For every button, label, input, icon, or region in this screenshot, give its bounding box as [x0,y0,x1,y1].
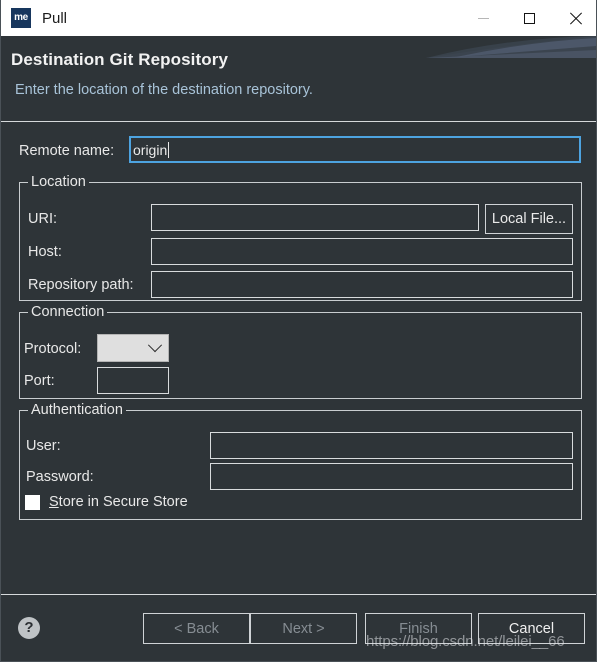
title-bar-left: me Pull [1,8,460,28]
close-icon [569,12,582,25]
remote-name-input[interactable]: origin [129,136,581,163]
uri-label: URI: [28,211,57,227]
close-button[interactable] [552,0,596,36]
remote-name-label: Remote name: [19,143,115,159]
page-title: Destination Git Repository [11,50,229,69]
cancel-button[interactable]: Cancel [478,613,585,644]
protocol-combobox[interactable] [97,334,169,362]
app-icon: me [11,8,31,28]
next-button[interactable]: Next > [250,613,357,644]
wizard-banner: Destination Git Repository Enter the loc… [1,36,596,121]
user-input[interactable] [210,432,573,459]
connection-group-label: Connection [28,304,108,320]
window-controls [460,0,596,36]
maximize-icon [523,12,535,24]
password-label: Password: [26,469,94,485]
text-caret [168,141,170,158]
repository-path-label: Repository path: [28,277,134,293]
chevron-down-icon [147,338,163,353]
banner-decoration-icon [426,36,596,58]
pull-wizard-window: me Pull Destination Git Repository Enter… [0,0,597,662]
maximize-button[interactable] [506,0,552,36]
window-title: Pull [42,9,68,27]
authentication-group-label: Authentication [28,402,126,418]
title-bar: me Pull [1,0,596,36]
location-group-label: Location [28,174,89,190]
password-input[interactable] [210,463,573,490]
page-subtitle: Enter the location of the destination re… [15,82,313,98]
host-input[interactable] [151,238,573,265]
minimize-button[interactable] [460,0,506,36]
form-body: Remote name: origin Location URI: Local … [1,122,596,594]
local-file-button[interactable]: Local File... [485,204,573,234]
port-input[interactable] [97,367,169,394]
port-label: Port: [24,373,55,389]
protocol-label: Protocol: [24,341,82,357]
back-button[interactable]: < Back [143,613,250,644]
store-in-secure-store-checkbox-row[interactable]: Store in Secure Store [25,494,188,510]
uri-input[interactable] [151,204,479,231]
store-in-secure-store-mnemonic: S [49,494,59,510]
finish-button[interactable]: Finish [365,613,472,644]
host-label: Host: [28,244,62,260]
repository-path-input[interactable] [151,271,573,298]
user-label: User: [26,438,61,454]
minimize-icon [477,17,489,19]
store-in-secure-store-checkbox[interactable] [25,494,40,510]
remote-name-value: origin [133,141,168,158]
store-in-secure-store-label-rest: tore in Secure Store [58,494,188,510]
help-icon[interactable]: ? [18,617,40,639]
store-in-secure-store-label: Store in Secure Store [49,494,188,510]
